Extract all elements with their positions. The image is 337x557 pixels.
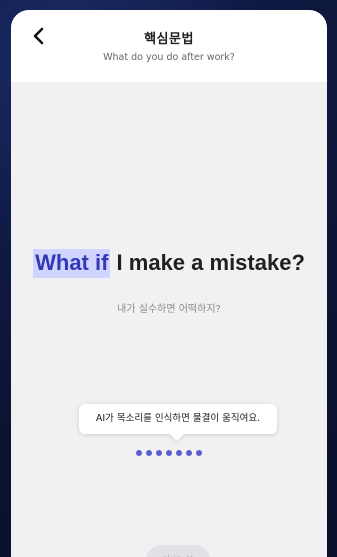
- wave-dot: [166, 450, 172, 456]
- wave-dot: [136, 450, 142, 456]
- header: 핵심문법 What do you do after work?: [11, 10, 327, 82]
- sentence-rest: I make a mistake?: [110, 250, 305, 275]
- voice-tooltip: AI가 목소리를 인식하면 물결이 움직여요.: [79, 404, 277, 442]
- highlighted-grammar: What if: [33, 249, 111, 278]
- sentence-translation: 내가 실수하면 어떡하지?: [117, 304, 221, 315]
- wave-dot: [176, 450, 182, 456]
- voice-wave-indicator: [11, 450, 327, 456]
- tooltip-tail: [169, 426, 185, 442]
- target-sentence: What if I make a mistake?: [11, 249, 327, 278]
- wave-dot: [146, 450, 152, 456]
- page-title: 핵심문법: [144, 32, 194, 47]
- wave-dot: [156, 450, 162, 456]
- lesson-card: 핵심문법 What do you do after work? What if …: [11, 10, 327, 557]
- wave-dot: [186, 450, 192, 456]
- tooltip-text: AI가 목소리를 인식하면 물결이 움직여요.: [95, 413, 261, 424]
- page-subtitle: What do you do after work?: [103, 52, 235, 63]
- wave-dot: [196, 450, 202, 456]
- skip-button[interactable]: skip ✕: [146, 545, 210, 557]
